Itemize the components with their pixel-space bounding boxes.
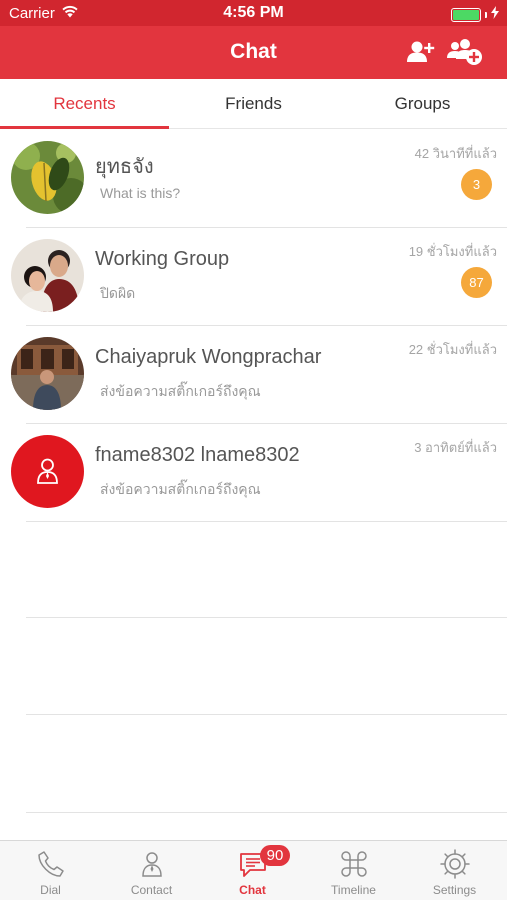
chat-row[interactable]: Working Group ปิดผิด 19 ชั่วโมงที่แล้ว 8… <box>0 228 507 326</box>
battery-tip <box>485 11 487 18</box>
chat-time: 3 อาทิตย์ที่แล้ว <box>414 440 497 455</box>
chat-row[interactable]: fname8302 lname8302 ส่งข้อความสติ๊กเกอร์… <box>0 424 507 522</box>
status-right <box>451 6 499 23</box>
nav-bar: Chat <box>0 26 507 79</box>
tab-settings[interactable]: Settings <box>404 841 505 900</box>
battery-icon <box>451 7 481 22</box>
chat-name: Chaiyapruk Wongprachar <box>95 346 322 368</box>
create-group-icon <box>447 39 482 65</box>
chat-unread-badge: 90 <box>260 845 290 866</box>
chat-row[interactable]: Chaiyapruk Wongprachar ส่งข้อความสติ๊กเก… <box>0 326 507 424</box>
tab-label: Contact <box>130 883 173 897</box>
status-bar: Carrier 4:56 PM <box>0 0 507 26</box>
command-icon <box>340 851 367 877</box>
phone-icon <box>37 851 64 877</box>
chat-time: 42 วินาทีที่แล้ว <box>414 146 497 161</box>
bottom-tab-bar: Dial Contact 90 Chat Timeline Settings <box>0 840 507 900</box>
tab-chat[interactable]: 90 Chat <box>202 841 303 900</box>
chat-preview: ปิดผิด <box>100 285 136 301</box>
chat-time: 22 ชั่วโมงที่แล้ว <box>408 342 497 357</box>
chat-name: ยุทธจัง <box>95 156 154 178</box>
tab-contact[interactable]: Contact <box>101 841 202 900</box>
chat-preview: ส่งข้อความสติ๊กเกอร์ถึงคุณ <box>100 481 261 497</box>
tab-label: Settings <box>432 883 477 897</box>
tab-label: Dial <box>40 883 61 897</box>
chat-preview: What is this? <box>100 185 181 201</box>
tab-timeline[interactable]: Timeline <box>303 841 404 900</box>
avatar <box>11 239 84 312</box>
active-tab-indicator <box>0 126 169 129</box>
segment-tabs: Recents Friends Groups <box>0 79 507 129</box>
add-friend-button[interactable] <box>404 36 438 68</box>
chat-list: ยุทธจัง What is this? 42 วินาทีที่แล้ว 3… <box>0 130 507 522</box>
charging-icon <box>491 6 499 23</box>
empty-row-divider <box>26 617 507 618</box>
chat-preview: ส่งข้อความสติ๊กเกอร์ถึงคุณ <box>100 383 261 399</box>
chat-name: fname8302 lname8302 <box>95 444 300 466</box>
chat-name: Working Group <box>95 248 230 270</box>
chat-time: 19 ชั่วโมงที่แล้ว <box>408 244 497 259</box>
chat-row[interactable]: ยุทธจัง What is this? 42 วินาทีที่แล้ว 3 <box>0 130 507 228</box>
unread-badge: 87 <box>461 267 492 298</box>
create-group-button[interactable] <box>446 36 484 68</box>
leaf-photo-icon <box>11 141 84 214</box>
person-photo-icon <box>11 337 84 410</box>
add-friend-icon <box>407 41 435 62</box>
avatar <box>11 435 84 508</box>
contact-icon <box>141 852 162 877</box>
tab-recents[interactable]: Recents <box>0 79 169 129</box>
battery-fill <box>453 9 479 20</box>
empty-row-divider <box>26 714 507 715</box>
tab-groups[interactable]: Groups <box>338 79 507 129</box>
avatar <box>11 337 84 410</box>
unread-badge: 3 <box>461 169 492 200</box>
avatar <box>11 141 84 214</box>
row-divider <box>26 521 507 522</box>
tab-label: Chat <box>239 883 266 897</box>
chat-screen: Carrier 4:56 PM Chat Recents Friends Gro… <box>0 0 507 900</box>
default-user-icon <box>37 458 58 484</box>
tab-friends[interactable]: Friends <box>169 79 338 129</box>
status-time: 4:56 PM <box>223 4 284 21</box>
couple-photo-icon <box>11 239 84 312</box>
gear-icon <box>439 849 470 879</box>
tab-label: Timeline <box>331 883 376 897</box>
empty-row-divider <box>26 812 507 813</box>
tab-dial[interactable]: Dial <box>0 841 101 900</box>
